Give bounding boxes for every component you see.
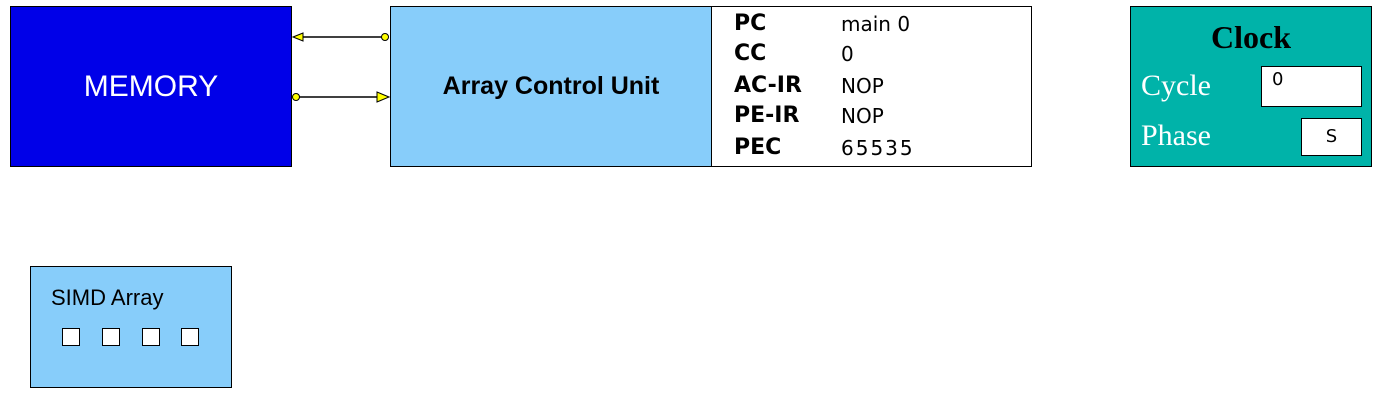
- register-name: CC: [734, 41, 767, 66]
- phase-field[interactable]: S: [1301, 118, 1362, 156]
- processing-element-3[interactable]: [142, 328, 160, 346]
- register-row-pe-ir: PE-IR NOP: [734, 103, 1024, 129]
- register-name: PEC: [734, 135, 782, 160]
- processing-element-1[interactable]: [62, 328, 80, 346]
- register-value: main 0: [841, 12, 911, 36]
- acu-label: Array Control Unit: [442, 72, 660, 100]
- register-value: NOP: [841, 74, 884, 98]
- simd-label: SIMD Array: [51, 285, 164, 310]
- clock-panel: Clock Cycle 0 Phase S: [1130, 6, 1372, 167]
- arrow-to-memory-icon: [292, 32, 304, 42]
- register-value: 65535: [841, 136, 915, 160]
- register-row-ac-ir: AC-IR NOP: [734, 73, 1024, 99]
- cycle-label: Cycle: [1141, 69, 1211, 102]
- processing-element-2[interactable]: [102, 328, 120, 346]
- register-name: PE-IR: [734, 103, 800, 128]
- array-control-unit: Array Control Unit: [390, 6, 712, 167]
- connector-dot-icon: [381, 33, 389, 41]
- register-name: AC-IR: [734, 73, 802, 98]
- register-panel: PC main 0 CC 0 AC-IR NOP PE-IR NOP PEC 6…: [711, 6, 1032, 167]
- cycle-field[interactable]: 0: [1261, 66, 1362, 107]
- register-row-cc: CC 0: [734, 41, 1024, 67]
- connector-dot-icon: [292, 93, 300, 101]
- arrow-to-acu-icon: [376, 91, 391, 103]
- register-row-pc: PC main 0: [734, 11, 1024, 37]
- processing-element-4[interactable]: [181, 328, 199, 346]
- memory-block: MEMORY: [10, 6, 292, 167]
- register-value: 0: [841, 42, 854, 66]
- register-value: NOP: [841, 104, 884, 128]
- register-row-pec: PEC 65535: [734, 135, 1024, 161]
- phase-label: Phase: [1141, 119, 1211, 152]
- memory-label: MEMORY: [83, 69, 219, 103]
- clock-title: Clock: [1211, 19, 1291, 55]
- memory-acu-connections: [292, 32, 391, 103]
- register-name: PC: [734, 11, 767, 36]
- simd-array: SIMD Array: [30, 266, 232, 388]
